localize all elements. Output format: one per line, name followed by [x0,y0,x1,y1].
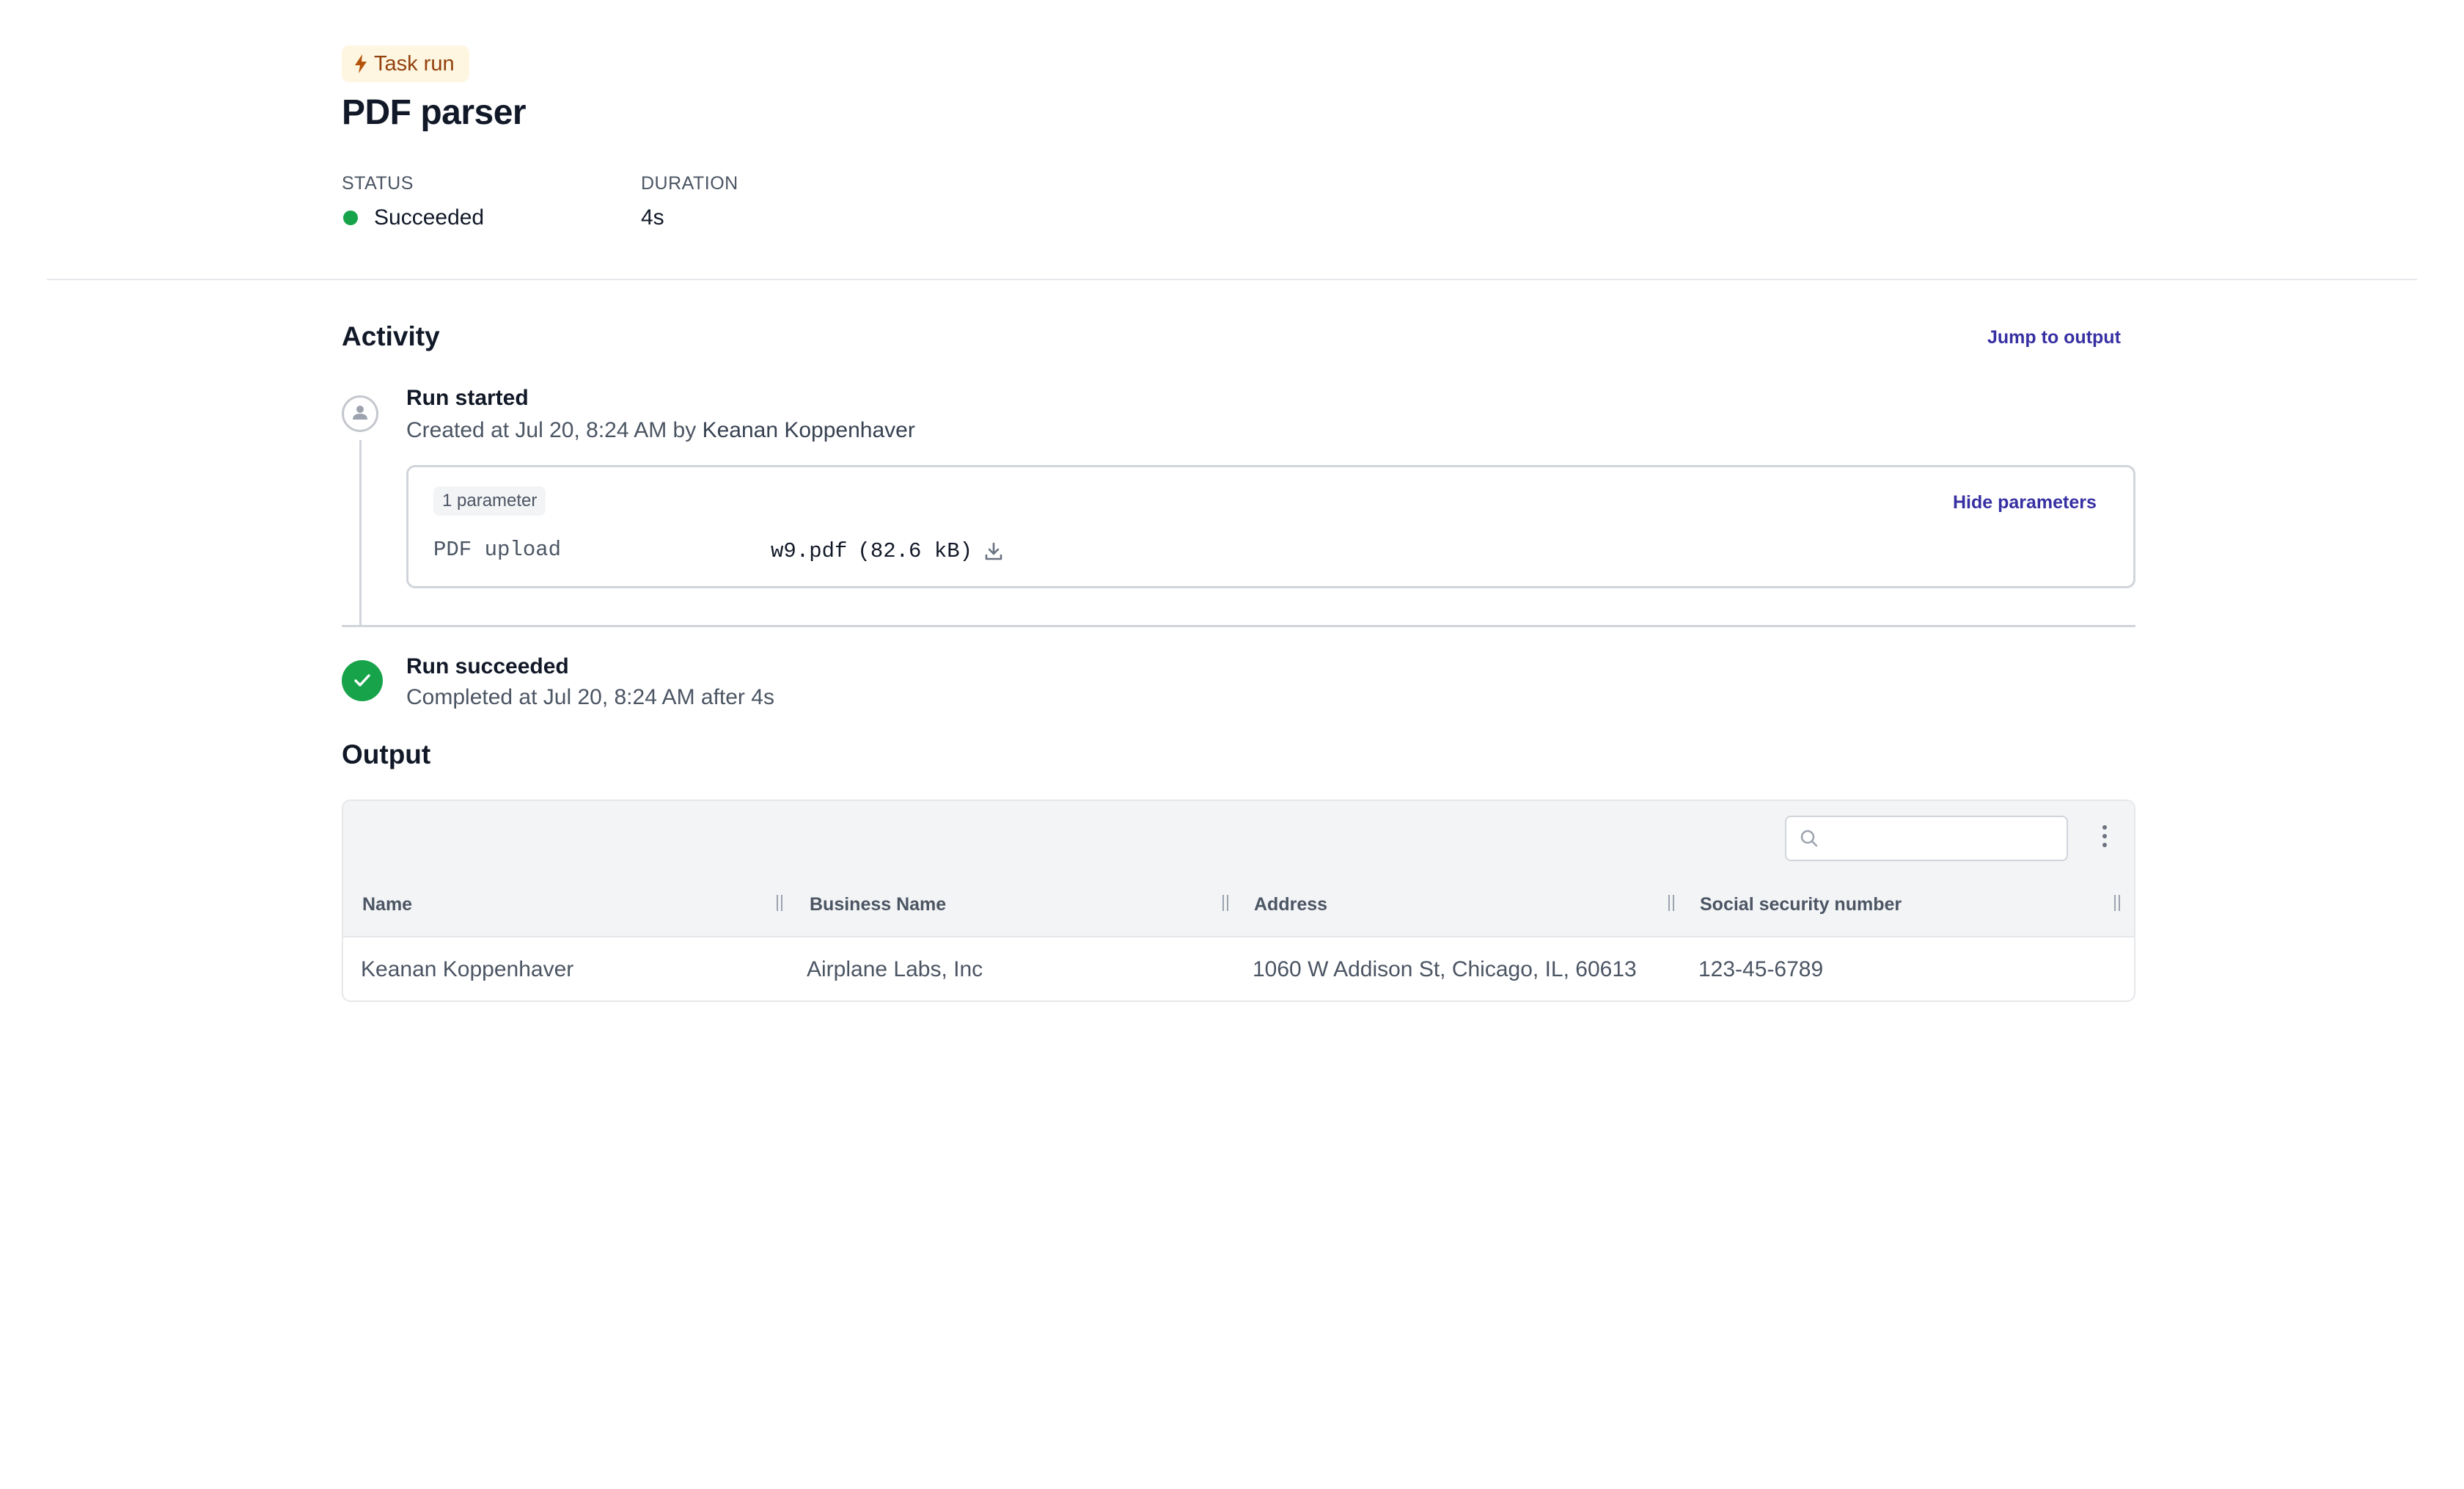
search-input[interactable] [1826,823,2056,855]
column-header-address[interactable]: Address [1254,873,1327,936]
column-resize-handle[interactable] [1222,895,1229,912]
parameter-name: PDF upload [433,538,562,562]
column-header-business-name[interactable]: Business Name [810,873,946,936]
column-header-name[interactable]: Name [362,873,412,936]
parameter-file-size: (82.6 kB) [857,539,973,563]
parameter-file-name: w9.pdf [771,539,848,563]
status-dot [343,211,358,225]
status-label: STATUS [342,173,414,194]
column-resize-handle[interactable] [1668,895,1675,912]
column-resize-handle[interactable] [2113,895,2121,912]
table-header-row: Name Business Name Address Social securi… [343,873,2134,937]
duration-label: DURATION [641,173,738,194]
more-options-icon[interactable] [2096,820,2113,852]
jump-to-output-link[interactable]: Jump to output [1987,327,2121,348]
cell-business-name: Airplane Labs, Inc [807,957,983,981]
activity-title: Activity [342,321,440,351]
column-resize-handle[interactable] [776,895,783,912]
run-succeeded-title: Run succeeded [406,654,569,678]
parameter-value: w9.pdf (82.6 kB) [771,539,1005,563]
activity-divider [342,625,2135,627]
success-check-icon [342,660,383,701]
user-avatar-icon [342,395,378,432]
run-started-prefix: Created at Jul 20, 8:24 AM by [406,418,697,442]
parameters-panel: 1 parameter Hide parameters PDF upload w… [406,465,2135,588]
status-value-group: Succeeded [343,205,484,230]
status-value: Succeeded [374,205,485,230]
page-title: PDF parser [342,93,527,132]
cell-ssn: 123-45-6789 [1698,957,1824,981]
run-started-title: Run started [406,386,529,410]
duration-value: 4s [641,205,664,230]
parameter-count-chip: 1 parameter [433,486,546,516]
badge-label: Task run [374,51,455,76]
header-divider [47,279,2417,280]
run-succeeded-subtitle: Completed at Jul 20, 8:24 AM after 4s [406,685,774,709]
download-icon[interactable] [983,541,1005,563]
column-header-ssn[interactable]: Social security number [1700,873,1902,936]
output-table: Name Business Name Address Social securi… [342,800,2135,1002]
hide-parameters-link[interactable]: Hide parameters [1953,492,2097,513]
run-started-subtitle: Created at Jul 20, 8:24 AM by Keanan Kop… [406,418,915,443]
run-started-user: Keanan Koppenhaver [702,418,915,442]
cell-address: 1060 W Addison St, Chicago, IL, 60613 [1253,957,1637,981]
table-search[interactable] [1785,816,2068,861]
output-title: Output [342,739,431,769]
lightning-icon [355,54,367,73]
table-toolbar [343,801,2134,874]
search-icon [1800,830,1818,847]
cell-name: Keanan Koppenhaver [361,957,574,981]
task-run-badge: Task run [342,45,469,82]
timeline-line [359,440,362,625]
